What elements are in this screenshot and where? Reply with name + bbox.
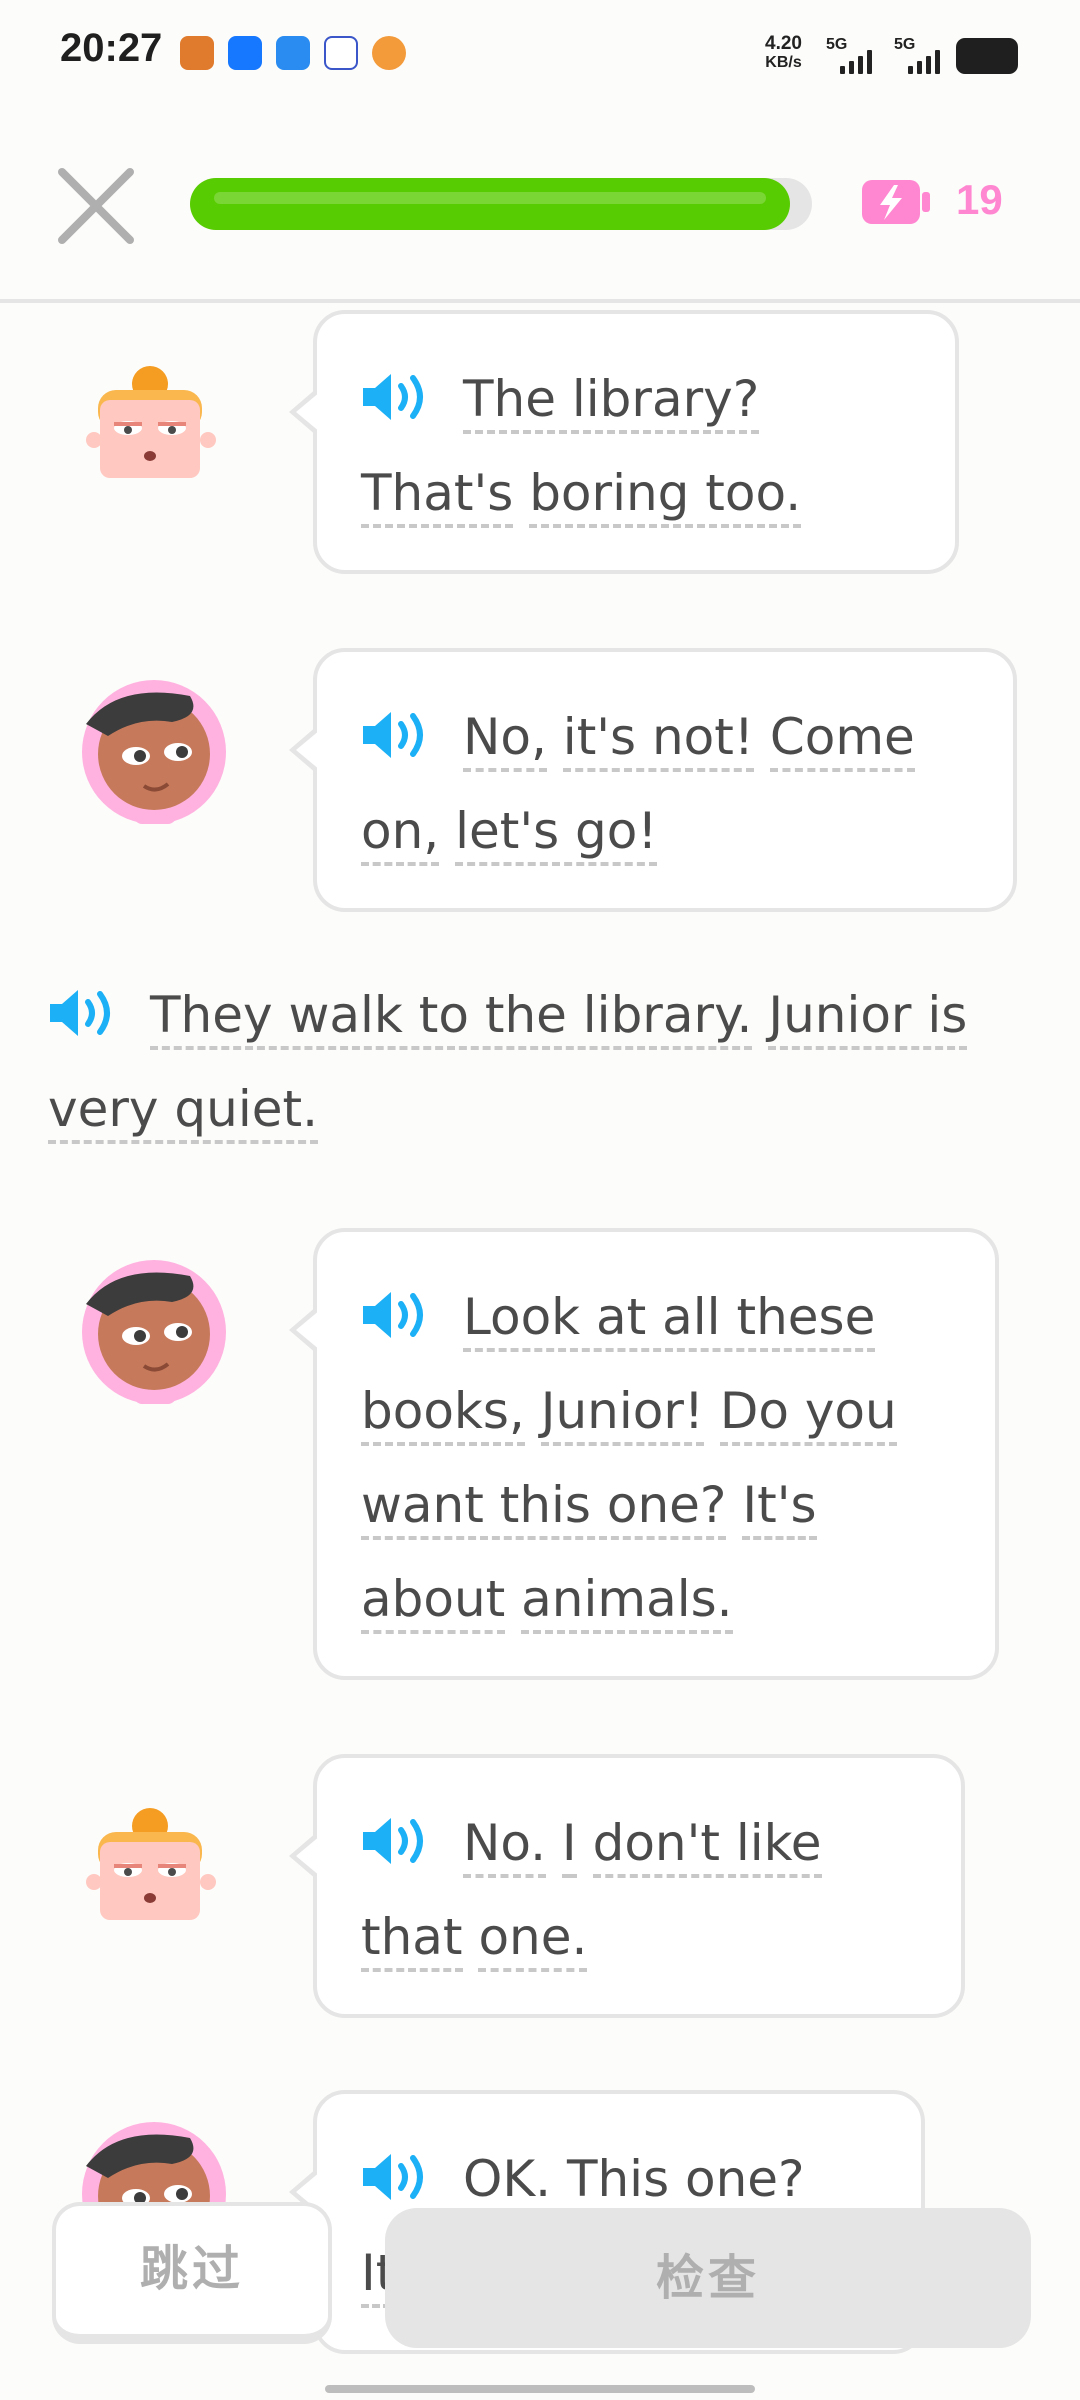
play-audio-button[interactable]: [361, 360, 435, 420]
orange-app-icon: [372, 36, 406, 70]
play-audio-button[interactable]: [361, 1804, 435, 1864]
dialogue-token[interactable]: This one?: [566, 2150, 805, 2214]
dialogue-token[interactable]: Do you: [719, 1382, 897, 1446]
dialogue-token[interactable]: No,: [463, 708, 547, 772]
narration-token[interactable]: Junior is: [768, 986, 968, 1050]
network-speed-unit: KB/s: [765, 54, 802, 71]
alipay-icon: [228, 36, 262, 70]
energy-count: 19: [956, 176, 1003, 223]
chat-bubble: The library? That's boring too.: [289, 310, 959, 574]
dialogue-token[interactable]: don't like: [592, 1814, 822, 1878]
dialogue-token[interactable]: boring too.: [529, 464, 802, 528]
cat-app-icon: [180, 36, 214, 70]
speaker-icon: [363, 1818, 423, 1864]
dialogue-token[interactable]: it's not!: [562, 708, 754, 772]
friend-avatar: [78, 1256, 228, 1406]
network-speed-value: 4.20: [765, 33, 802, 54]
signal-bars-1-icon: [840, 50, 872, 74]
signal-bars-2-icon: [908, 50, 940, 74]
speaker-icon: [363, 2154, 423, 2200]
battery-icon: [956, 38, 1018, 74]
dialogue-token[interactable]: That's: [361, 464, 514, 528]
energy-battery-icon: [860, 176, 932, 228]
dialogue-token[interactable]: that: [361, 1908, 463, 1972]
narration-token[interactable]: very quiet.: [48, 1080, 318, 1144]
network-speed: 4.20 KB/s: [765, 34, 802, 72]
chat-bubble: No. I don't like that one.: [289, 1754, 965, 2018]
status-time: 20:27: [60, 26, 163, 70]
progress-highlight: [214, 192, 766, 204]
speaker-icon: [363, 374, 423, 420]
play-audio-button[interactable]: [361, 1278, 435, 1338]
browser-icon: [276, 36, 310, 70]
chat-bubble: No, it's not! Come on, let's go!: [289, 648, 1017, 912]
play-audio-button[interactable]: [48, 976, 122, 1036]
junior-avatar: [78, 354, 228, 504]
dialogue-token[interactable]: want this one?: [361, 1476, 727, 1540]
dialogue-token[interactable]: Junior!: [540, 1382, 704, 1446]
skip-button[interactable]: 跳过: [52, 2202, 332, 2344]
home-indicator[interactable]: [325, 2385, 755, 2393]
close-lesson-button[interactable]: [56, 166, 136, 246]
check-button[interactable]: 检查: [385, 2208, 1031, 2348]
dialogue-token[interactable]: I: [561, 1814, 577, 1878]
dialogue-token[interactable]: Look at all these: [463, 1288, 876, 1352]
chat-bubble: Look at all these books, Junior! Do you …: [289, 1228, 999, 1680]
header-divider: [0, 299, 1080, 303]
narration-line: They walk to the library. Junior is very…: [48, 968, 1008, 1156]
dialogue-token[interactable]: animals.: [521, 1570, 733, 1634]
narration-token[interactable]: They walk to the library.: [150, 986, 753, 1050]
speaker-icon: [50, 990, 110, 1036]
friend-avatar: [78, 676, 228, 826]
close-icon: [58, 168, 134, 244]
dialogue-token[interactable]: let's go!: [455, 802, 658, 866]
lesson-progress-bar: [190, 178, 812, 230]
status-bar: 20:27 4.20 KB/s 5G 5G: [0, 0, 1080, 110]
notification-icons: [180, 36, 406, 70]
dialogue-token[interactable]: one.: [478, 1908, 588, 1972]
dialogue-token[interactable]: books,: [361, 1382, 525, 1446]
junior-avatar: [78, 1796, 228, 1946]
dialogue-token[interactable]: The library?: [463, 370, 760, 434]
play-audio-button[interactable]: [361, 698, 435, 758]
lesson-progress-fill: [190, 178, 790, 230]
railway-app-icon: [324, 36, 358, 70]
speaker-icon: [363, 1292, 423, 1338]
dialogue-token[interactable]: No.: [463, 1814, 547, 1878]
speaker-icon: [363, 712, 423, 758]
play-audio-button[interactable]: [361, 2140, 435, 2200]
dialogue-token[interactable]: OK.: [463, 2150, 552, 2214]
